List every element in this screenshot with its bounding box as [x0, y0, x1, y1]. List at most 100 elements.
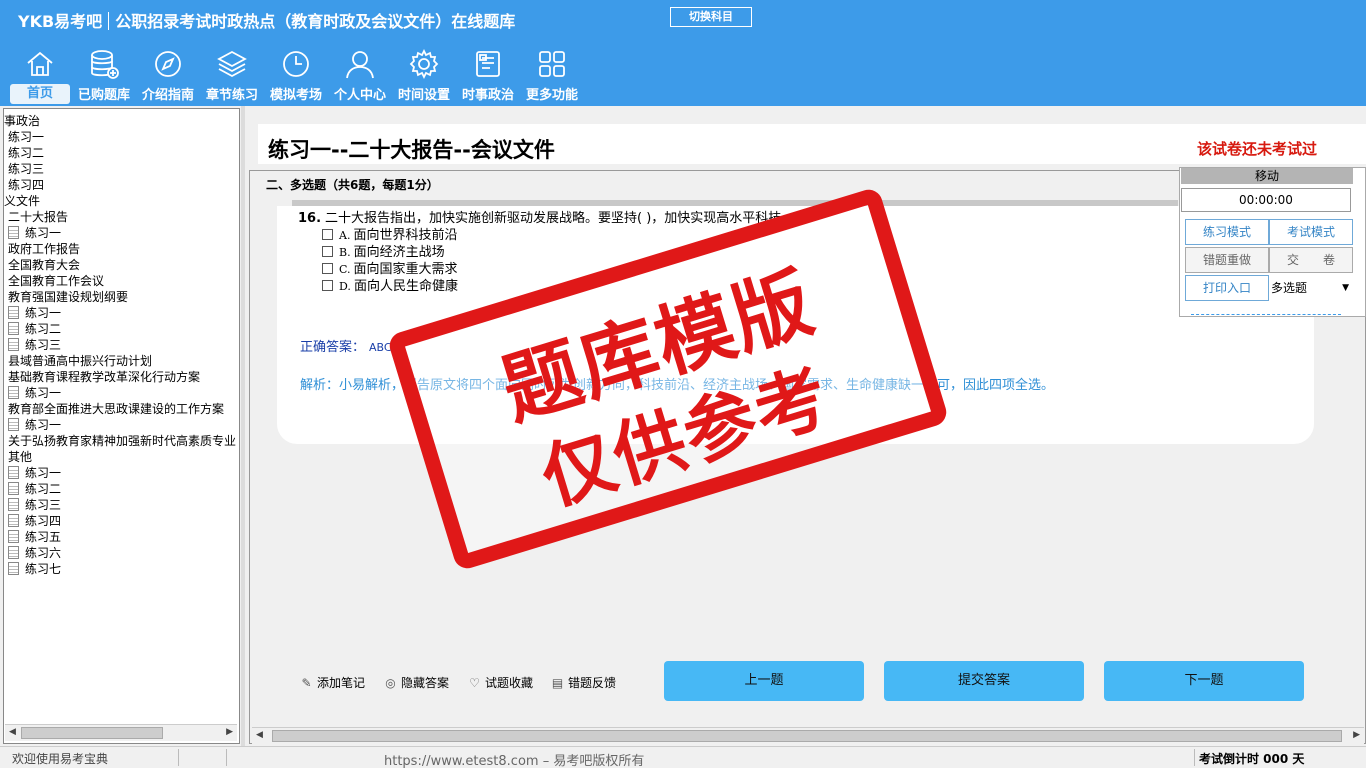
nav-time-settings[interactable]: 时间设置: [392, 46, 456, 104]
app-title: 公职招录考试时政热点（教育时政及会议文件）在线题库: [115, 12, 516, 31]
tree-item[interactable]: 练习四: [8, 513, 61, 529]
scroll-right-icon[interactable]: ▶: [226, 727, 233, 737]
prev-question-button[interactable]: 上一题: [664, 661, 864, 701]
hide-answer-button[interactable]: ◎ 隐藏答案: [384, 674, 449, 691]
tree-item[interactable]: 关于弘扬教育家精神加强新时代高素质专业: [8, 433, 236, 449]
nav-purchased[interactable]: 已购题库: [72, 46, 136, 104]
tree-item-label: 教育强国建设规划纲要: [8, 290, 129, 304]
print-button[interactable]: 打印入口: [1185, 275, 1269, 301]
tree-item-label: 练习二: [25, 322, 62, 336]
brand-separator: [108, 12, 110, 30]
feedback-button[interactable]: ▤ 错题反馈: [551, 674, 616, 691]
scroll-thumb[interactable]: [21, 727, 163, 739]
tree-item[interactable]: 练习二: [8, 481, 61, 497]
compass-icon: [155, 51, 181, 77]
option-key: D.: [339, 280, 351, 293]
tool-label: 添加笔记: [317, 676, 366, 690]
nav-label: 更多功能: [525, 88, 578, 103]
next-question-button[interactable]: 下一题: [1104, 661, 1304, 701]
favorite-button[interactable]: ♡ 试题收藏: [468, 674, 533, 691]
tree-item[interactable]: 练习五: [8, 529, 61, 545]
scroll-left-icon[interactable]: ◀: [256, 730, 263, 740]
tree-item[interactable]: 练习七: [8, 561, 61, 577]
heart-icon: ♡: [469, 676, 480, 690]
tree-item[interactable]: 练习三: [8, 337, 61, 353]
add-note-button[interactable]: ✎ 添加笔记: [300, 674, 365, 691]
document-icon: [8, 338, 19, 351]
tree-item[interactable]: 练习一: [8, 225, 61, 241]
document-icon: [8, 226, 19, 239]
tree-item-label: 基础教育课程教学改革深化行动方案: [8, 370, 201, 384]
nav-mock-exam[interactable]: 模拟考场: [264, 46, 328, 104]
tree-item-label: 事政治: [4, 114, 41, 128]
redo-wrong-button[interactable]: 错题重做: [1185, 247, 1269, 273]
tree-item[interactable]: 练习一: [8, 465, 61, 481]
home-icon: [27, 51, 53, 76]
tree-item-label: 练习三: [8, 162, 45, 176]
tree-item[interactable]: 练习一: [8, 305, 61, 321]
main-horizontal-scrollbar[interactable]: ◀ ▶: [252, 727, 1364, 744]
checkbox[interactable]: [322, 246, 333, 257]
tree-item[interactable]: 教育部全面推进大思政课建设的工作方案: [8, 401, 224, 417]
checkbox[interactable]: [322, 229, 333, 240]
tree-item[interactable]: 练习三: [8, 497, 61, 513]
scroll-right-icon[interactable]: ▶: [1353, 730, 1360, 740]
tree-item[interactable]: 义文件: [4, 193, 40, 209]
practice-mode-button[interactable]: 练习模式: [1185, 219, 1269, 245]
move-handle[interactable]: 移动: [1181, 168, 1353, 184]
chevron-down-icon: ▼: [1342, 283, 1349, 293]
document-icon: [8, 482, 19, 495]
tree-item[interactable]: 教育强国建设规划纲要: [8, 289, 128, 305]
layers-icon: [217, 50, 247, 78]
document-icon: [8, 466, 19, 479]
nav-label: 已购题库: [77, 88, 130, 103]
option-text: 面向人民生命健康: [353, 279, 458, 294]
tree-item[interactable]: 全国教育大会: [8, 257, 80, 273]
tree-item[interactable]: 练习四: [8, 177, 44, 193]
nav-label: 时间设置: [397, 88, 450, 103]
tree-item[interactable]: 练习一: [8, 385, 61, 401]
nav-current-affairs[interactable]: 时事政治: [456, 46, 520, 104]
tree-item-label: 练习七: [25, 562, 62, 576]
nav-chapter[interactable]: 章节练习: [200, 46, 264, 104]
tree-item[interactable]: 其他: [8, 449, 32, 465]
tree-item[interactable]: 事政治: [4, 113, 40, 129]
tree-item-label: 练习三: [25, 498, 62, 512]
clock-icon: [283, 51, 309, 77]
tree-item-label: 练习一: [25, 466, 62, 480]
nav-more[interactable]: 更多功能: [520, 46, 584, 104]
tree-item[interactable]: 练习二: [8, 321, 61, 337]
user-icon: [346, 51, 374, 79]
tree-horizontal-scrollbar[interactable]: ◀ ▶: [5, 724, 237, 741]
tree-item[interactable]: 练习一: [8, 129, 44, 145]
tree-item-label: 练习一: [25, 306, 62, 320]
tree-item[interactable]: 练习三: [8, 161, 44, 177]
tree-item[interactable]: 二十大报告: [8, 209, 68, 225]
gear-icon: [409, 48, 439, 80]
tree-item[interactable]: 全国教育工作会议: [8, 273, 104, 289]
option-d[interactable]: D. 面向人民生命健康: [322, 275, 458, 294]
document-icon: [8, 514, 19, 527]
tree-item-label: 二十大报告: [8, 210, 69, 224]
submit-answer-button[interactable]: 提交答案: [884, 661, 1084, 701]
exam-mode-button[interactable]: 考试模式: [1269, 219, 1353, 245]
question-type-select[interactable]: 多选题 ▼: [1269, 275, 1353, 301]
checkbox[interactable]: [322, 280, 333, 291]
nav-home[interactable]: 首页: [8, 46, 72, 104]
tree-item[interactable]: 练习一: [8, 417, 61, 433]
tree-item[interactable]: 练习六: [8, 545, 61, 561]
document-icon: [476, 51, 500, 77]
checkbox[interactable]: [322, 263, 333, 274]
scroll-left-icon[interactable]: ◀: [9, 727, 16, 737]
tree-item[interactable]: 练习二: [8, 145, 44, 161]
eye-icon: ◎: [385, 676, 396, 690]
tree-item[interactable]: 政府工作报告: [8, 241, 80, 257]
scroll-thumb[interactable]: [272, 730, 1342, 742]
nav-personal[interactable]: 个人中心: [328, 46, 392, 104]
nav-guide[interactable]: 介绍指南: [136, 46, 200, 104]
tool-label: 隐藏答案: [401, 676, 450, 690]
tree-item[interactable]: 基础教育课程教学改革深化行动方案: [8, 369, 200, 385]
switch-subject-button[interactable]: 切换科目: [670, 7, 752, 27]
tree-item[interactable]: 县域普通高中振兴行动计划: [8, 353, 152, 369]
hand-in-button[interactable]: 交 卷: [1269, 247, 1353, 273]
